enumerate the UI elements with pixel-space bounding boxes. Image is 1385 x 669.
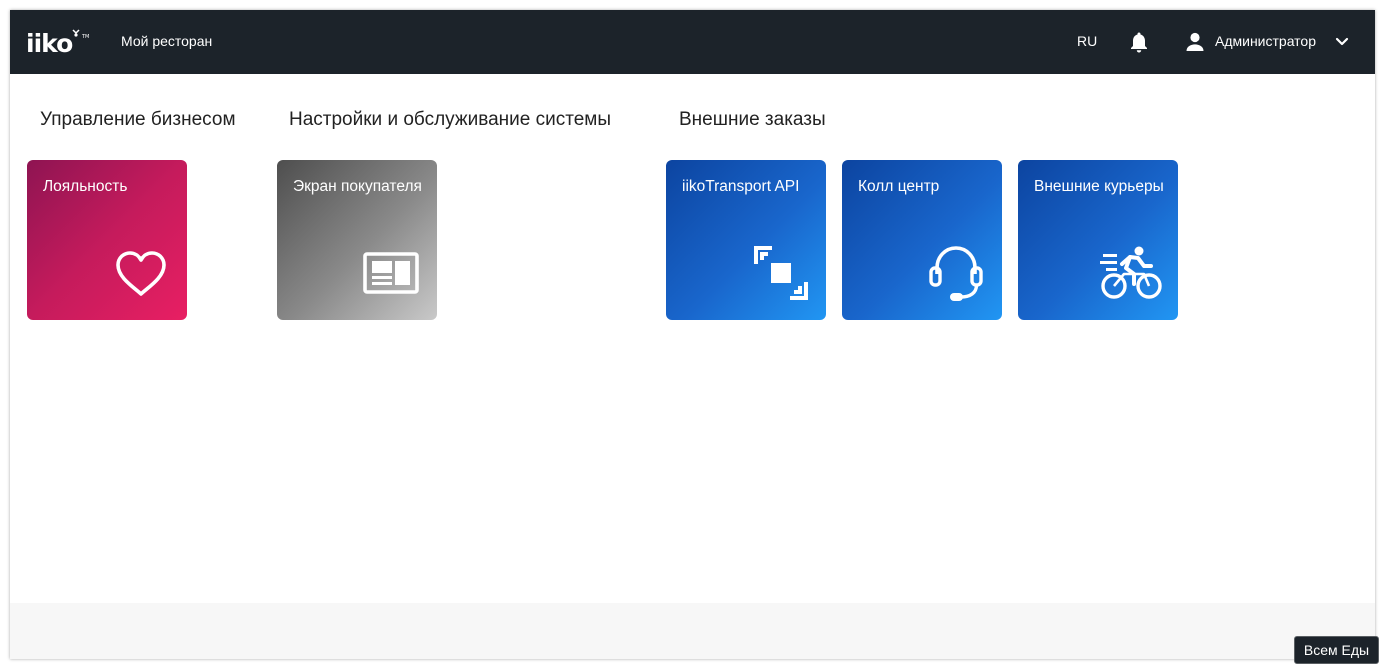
tile-label: iikoTransport API <box>682 178 800 195</box>
tile-label: Внешние курьеры <box>1034 178 1164 195</box>
iiko-logo-icon: iiko TM <box>26 29 89 58</box>
restaurant-name[interactable]: Мой ресторан <box>121 33 212 49</box>
app-window: iiko TM Мой ресторан RU Администратор Уп… <box>10 10 1375 659</box>
tile-customer-screen[interactable]: Экран покупателя <box>277 160 437 320</box>
top-navigation-bar: iiko TM Мой ресторан RU Администратор <box>10 10 1375 74</box>
heart-icon <box>116 251 166 296</box>
section-title-external-orders: Внешние заказы <box>679 109 826 130</box>
tile-call-center[interactable]: Колл центр <box>842 160 1002 320</box>
language-switcher[interactable]: RU <box>1077 33 1097 49</box>
customer-display-icon <box>363 252 419 294</box>
toast-notification: Всем Еды <box>1294 636 1379 664</box>
tile-label: Лояльность <box>43 178 128 195</box>
tile-external-couriers[interactable]: Внешние курьеры <box>1018 160 1178 320</box>
section-title-business: Управление бизнесом <box>40 109 236 130</box>
svg-text:TM: TM <box>81 34 89 40</box>
svg-text:iiko: iiko <box>26 29 73 56</box>
tile-loyalty[interactable]: Лояльность <box>27 160 187 320</box>
iiko-logo[interactable]: iiko TM <box>26 28 90 58</box>
footer <box>10 603 1375 659</box>
headset-icon <box>929 246 983 301</box>
section-title-settings: Настройки и обслуживание системы <box>289 109 611 130</box>
notifications-button[interactable] <box>1129 31 1149 53</box>
user-name: Администратор <box>1215 33 1317 49</box>
chevron-down-icon <box>1335 37 1349 46</box>
user-icon <box>1186 32 1204 51</box>
bell-icon <box>1131 32 1147 53</box>
tile-label: Колл центр <box>858 178 940 195</box>
transport-api-icon <box>754 246 808 300</box>
tile-label: Экран покупателя <box>293 178 422 195</box>
tile-iikotransport-api[interactable]: iikoTransport API <box>666 160 826 320</box>
bicycle-courier-icon <box>1100 246 1162 299</box>
